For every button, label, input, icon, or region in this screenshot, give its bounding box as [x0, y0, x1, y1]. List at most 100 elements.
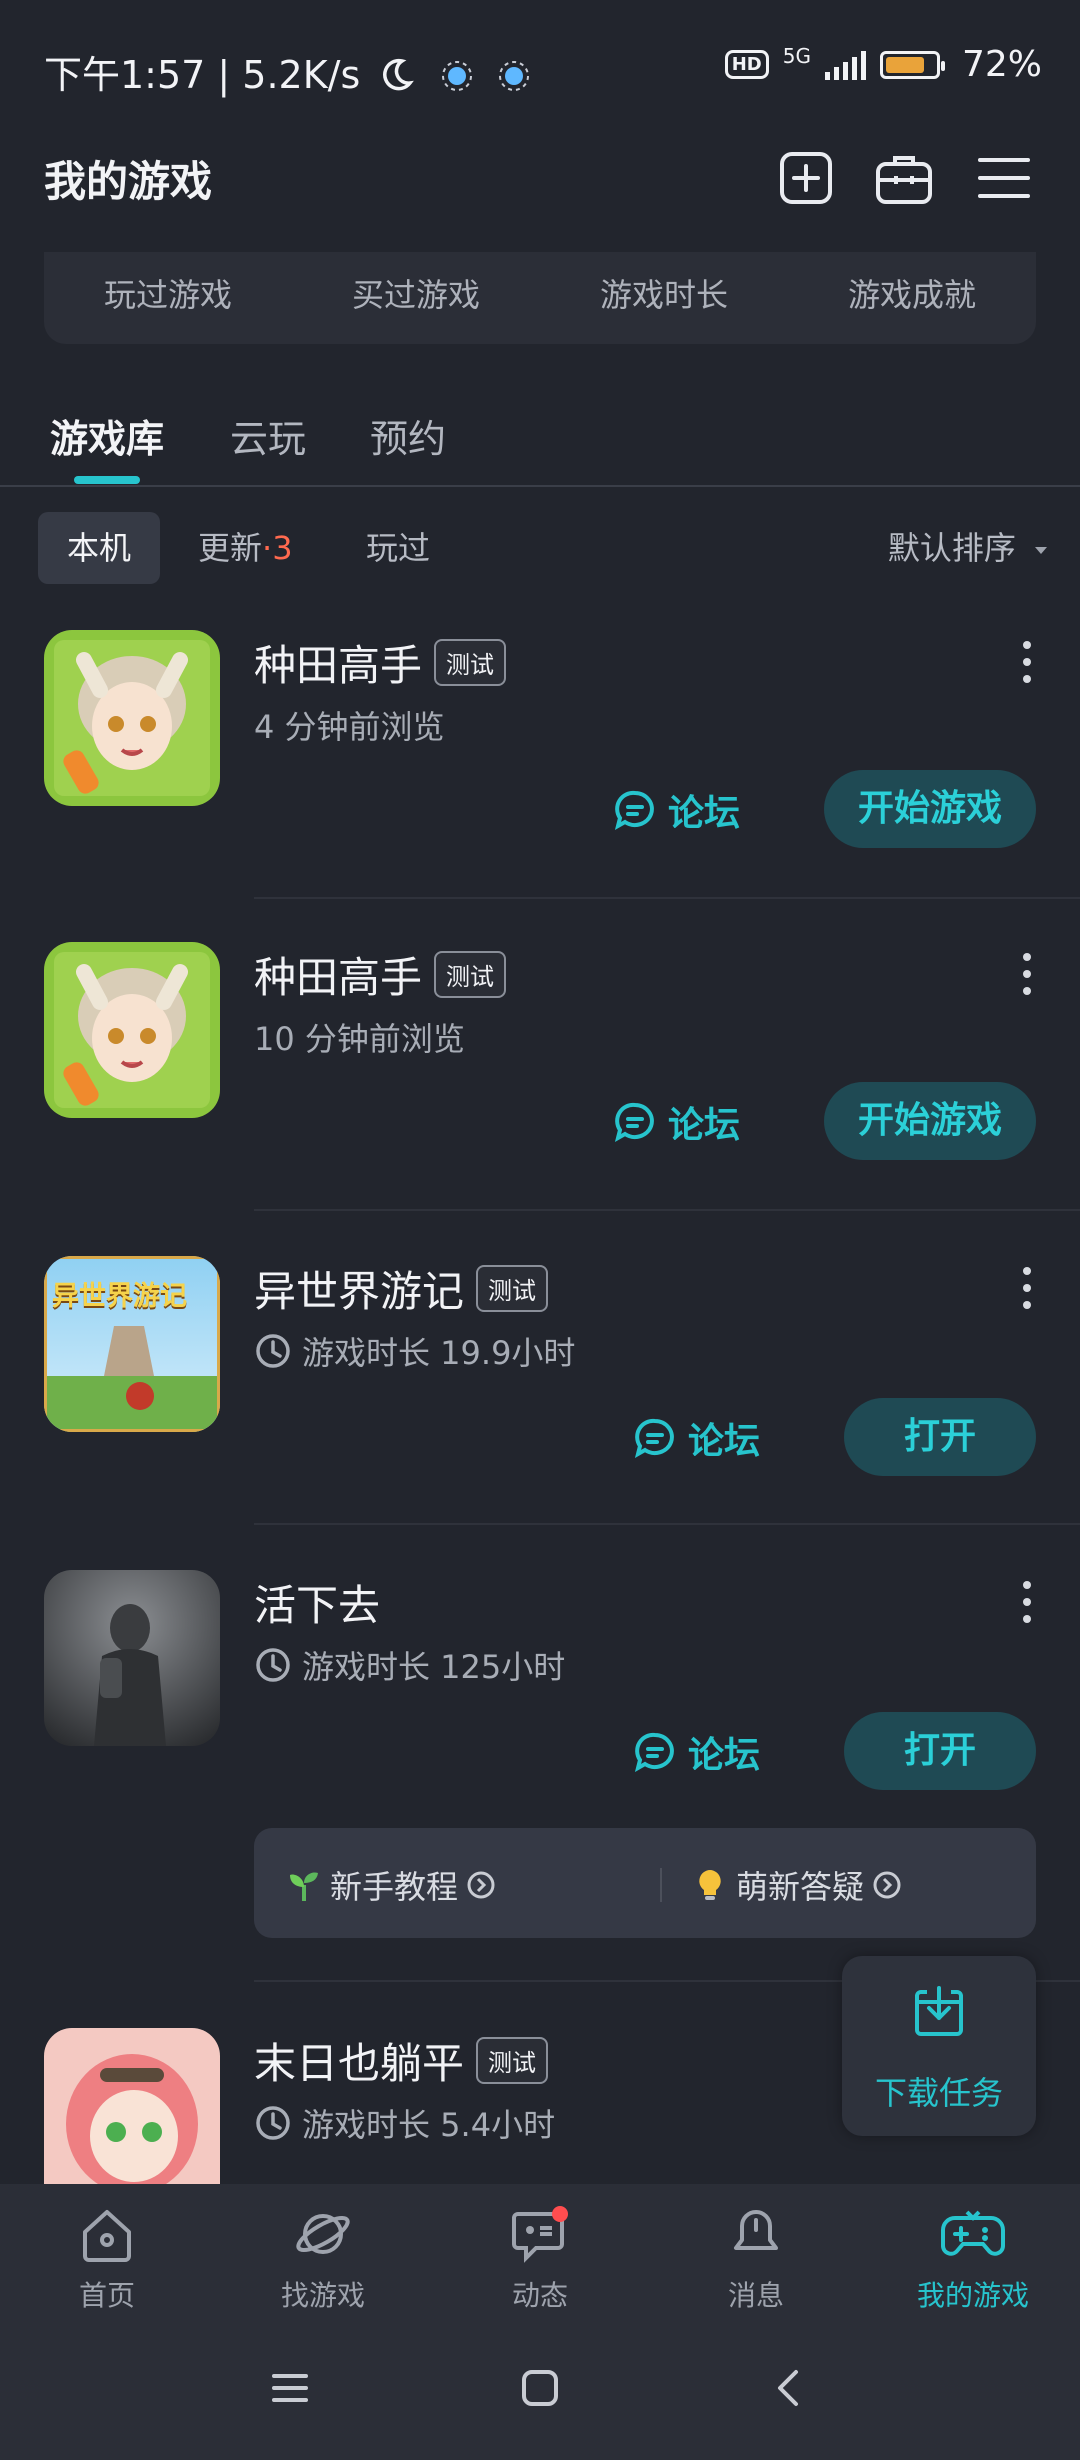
game-title-row: 种田高手 测试 — [254, 944, 507, 1005]
subtab-update-label: 更新 — [198, 529, 263, 567]
tips-separator — [660, 1868, 662, 1902]
status-bar: 下午1:57 | 5.2K/s HD 5G 72% — [0, 0, 1080, 130]
battery-percent: 72% — [961, 44, 1042, 85]
download-task-label: 下载任务 — [874, 2074, 1003, 2112]
test-badge: 测试 — [476, 2037, 549, 2084]
nav-label: 我的游戏 — [916, 2279, 1029, 2312]
open-button[interactable]: 打开 — [844, 1712, 1036, 1790]
nav-label: 动态 — [511, 2279, 568, 2312]
forum-label: 论坛 — [668, 793, 741, 834]
game-icon[interactable] — [44, 2028, 220, 2184]
game-meta: 游戏时长 5.4小时 — [254, 2100, 555, 2146]
row-divider — [254, 1523, 1080, 1525]
update-count: 3 — [272, 529, 293, 567]
chevron-right-circle-icon — [873, 1871, 901, 1899]
nav-item-find-games[interactable]: 找游戏 — [238, 2204, 408, 2314]
game-icon[interactable] — [44, 630, 220, 806]
planet-icon — [296, 2214, 350, 2254]
system-home-icon[interactable] — [518, 2366, 562, 2414]
nav-item-messages[interactable]: 消息 — [671, 2204, 841, 2314]
open-button[interactable]: 打开 — [844, 1398, 1036, 1476]
forum-icon — [614, 790, 654, 831]
battery-icon — [879, 50, 945, 79]
app-notification-icon — [498, 61, 529, 91]
game-title[interactable]: 活下去 — [254, 1572, 380, 1633]
forum-button[interactable]: 论坛 — [634, 1412, 760, 1464]
qa-link[interactable]: 萌新答疑 — [692, 1862, 902, 1908]
feed-icon — [512, 2206, 568, 2263]
forum-icon — [614, 1102, 654, 1143]
start-game-button[interactable]: 开始游戏 — [824, 1082, 1036, 1160]
gamepad-icon — [941, 2210, 1005, 2256]
moon-icon — [383, 58, 415, 91]
more-options-icon[interactable] — [1002, 1572, 1052, 1632]
more-options-icon[interactable] — [1002, 632, 1052, 692]
play-time: 游戏时长 5.4小时 — [302, 2106, 556, 2144]
clock-icon — [256, 2106, 290, 2140]
download-tray-icon — [915, 1986, 963, 2036]
start-game-button[interactable]: 开始游戏 — [824, 770, 1036, 848]
test-badge: 测试 — [434, 639, 507, 686]
forum-label: 论坛 — [688, 1421, 761, 1462]
add-square-icon[interactable] — [776, 148, 836, 208]
more-options-icon[interactable] — [1002, 944, 1052, 1004]
stat-bought-games[interactable]: 买过游戏 — [352, 270, 480, 316]
forum-label: 论坛 — [668, 1105, 741, 1146]
game-icon[interactable] — [44, 1570, 220, 1746]
stat-played-games[interactable]: 玩过游戏 — [104, 270, 232, 316]
stat-achievements[interactable]: 游戏成就 — [848, 270, 976, 316]
subtab-played[interactable]: 玩过 — [366, 512, 430, 584]
game-meta: 游戏时长 125小时 — [254, 1642, 565, 1688]
subtab-local[interactable]: 本机 — [38, 512, 160, 584]
tab-game-library[interactable]: 游戏库 — [50, 408, 164, 463]
stat-play-time[interactable]: 游戏时长 — [600, 270, 728, 316]
sort-dropdown[interactable]: 默认排序 — [888, 512, 1050, 584]
more-options-icon[interactable] — [1002, 1258, 1052, 1318]
test-badge: 测试 — [476, 1265, 549, 1312]
game-meta: 4 分钟前浏览 — [254, 708, 445, 746]
game-title[interactable]: 种田高手 — [254, 944, 422, 1005]
forum-icon — [634, 1732, 674, 1773]
hd-badge: HD — [724, 50, 769, 79]
nav-item-home[interactable]: 首页 — [22, 2204, 192, 2314]
game-title-row: 活下去 — [254, 1572, 380, 1633]
tab-indicator — [74, 476, 140, 484]
status-time-speed: 下午1:57 | 5.2K/s — [44, 44, 531, 99]
game-icon[interactable] — [44, 942, 220, 1118]
update-separator: · — [262, 529, 273, 567]
toolbox-icon[interactable] — [874, 148, 934, 208]
game-meta: 游戏时长 19.9小时 — [254, 1328, 575, 1374]
tutorial-label: 新手教程 — [330, 1868, 459, 1906]
test-badge: 测试 — [434, 951, 507, 998]
qa-label: 萌新答疑 — [736, 1868, 865, 1906]
forum-label: 论坛 — [688, 1735, 761, 1776]
lightbulb-icon — [699, 1870, 721, 1900]
game-title[interactable]: 种田高手 — [254, 632, 422, 693]
subtab-update[interactable]: 更新·3 — [198, 512, 293, 584]
system-back-icon[interactable] — [768, 2366, 812, 2414]
row-divider — [254, 1209, 1080, 1211]
tab-reservation[interactable]: 预约 — [370, 408, 446, 463]
system-menu-icon[interactable] — [268, 2366, 312, 2414]
clock-icon — [256, 1648, 290, 1682]
forum-button[interactable]: 论坛 — [614, 784, 740, 836]
play-time: 游戏时长 125小时 — [302, 1648, 566, 1686]
caret-down-icon — [1035, 547, 1047, 554]
bell-icon — [734, 2210, 778, 2250]
nav-item-my-games[interactable]: 我的游戏 — [888, 2204, 1058, 2314]
forum-button[interactable]: 论坛 — [634, 1726, 760, 1778]
game-title-row: 末日也躺平 测试 — [254, 2030, 549, 2091]
tab-cloud-play[interactable]: 云玩 — [230, 408, 306, 463]
tutorial-link[interactable]: 新手教程 — [286, 1862, 496, 1908]
forum-button[interactable]: 论坛 — [614, 1096, 740, 1148]
game-icon[interactable]: 异世界游记 — [44, 1256, 220, 1432]
game-title[interactable]: 末日也躺平 — [254, 2030, 464, 2091]
menu-icon[interactable] — [974, 148, 1034, 208]
nav-item-feed[interactable]: 动态 — [455, 2204, 625, 2314]
nav-label: 找游戏 — [280, 2279, 365, 2312]
game-icon-text: 异世界游记 — [52, 1281, 187, 1312]
forum-icon — [634, 1418, 674, 1459]
app-notification-icon — [442, 61, 473, 91]
game-title[interactable]: 异世界游记 — [254, 1258, 464, 1319]
game-title-row: 异世界游记 测试 — [254, 1258, 549, 1319]
